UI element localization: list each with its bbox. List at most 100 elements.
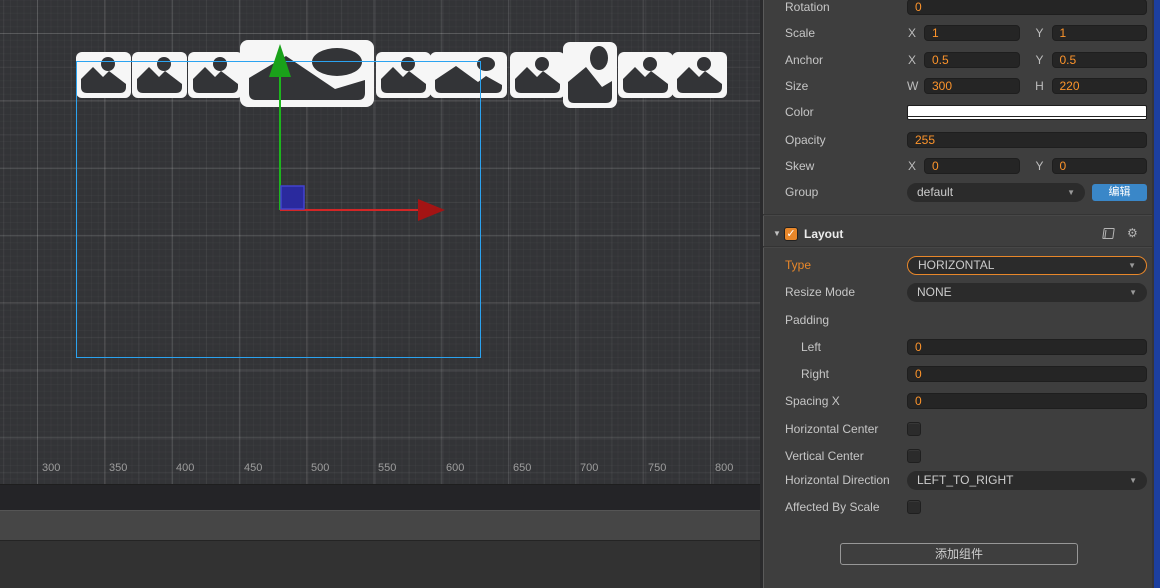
chevron-down-icon: ▼	[1067, 187, 1075, 197]
layout-enabled-checkbox[interactable]: ✓	[784, 227, 798, 241]
help-doc-icon[interactable]	[1102, 228, 1115, 239]
horizontal-direction-dropdown[interactable]: LEFT_TO_RIGHT ▼	[907, 470, 1147, 490]
inspector-panel: Rotation 0 Scale X 1 Y 1 Anchor X 0.5 Y …	[760, 0, 1160, 588]
row-affected-by-scale: Affected By Scale	[763, 498, 1153, 516]
field-label: Right	[801, 367, 830, 381]
layout-component-header[interactable]: ▼ ✓ Layout ⚙	[763, 225, 1153, 243]
scene-view[interactable]: 300 350 400 450 500 550 600 650 700 750 …	[0, 0, 760, 484]
group-edit-button[interactable]: 编辑	[1092, 183, 1147, 201]
field-label: Rotation	[785, 0, 830, 14]
field-label: Scale	[785, 26, 816, 40]
chevron-down-icon: ▼	[1129, 475, 1137, 485]
ruler-tick: 550	[378, 462, 397, 474]
ruler-tick: 700	[580, 462, 599, 474]
inspector-scrollbar-track[interactable]	[1152, 0, 1160, 588]
axis-label: X	[907, 159, 916, 173]
row-skew: Skew X 0 Y 0	[763, 157, 1153, 175]
bottom-panel-body	[0, 540, 760, 588]
anchor-y-input[interactable]: 0.5	[1051, 52, 1147, 68]
axis-label: X	[907, 26, 916, 40]
field-label: Left	[801, 340, 822, 354]
horizontal-center-checkbox[interactable]	[907, 422, 921, 436]
field-label: Group	[785, 185, 819, 199]
gizmo-x-arrow[interactable]	[418, 199, 445, 221]
transform-gizmo[interactable]	[0, 0, 760, 484]
type-dropdown[interactable]: HORIZONTAL ▼	[907, 255, 1147, 275]
row-horizontal-center: Horizontal Center	[763, 420, 1153, 438]
field-label: Spacing X	[785, 394, 840, 408]
row-color: Color	[763, 103, 1153, 121]
field-label: Size	[785, 79, 809, 93]
row-horizontal-direction: Horizontal Direction LEFT_TO_RIGHT ▼	[763, 470, 1153, 490]
row-opacity: Opacity 255	[763, 131, 1153, 149]
skew-y-input[interactable]: 0	[1051, 158, 1147, 174]
skew-x-input[interactable]: 0	[924, 158, 1020, 174]
row-resize-mode: Resize Mode NONE ▼	[763, 282, 1153, 302]
scale-y-input[interactable]: 1	[1051, 25, 1147, 41]
field-label: Horizontal Direction	[785, 473, 890, 487]
row-padding-left: Left 0	[763, 338, 1153, 356]
inspector-scrollbar[interactable]	[1154, 0, 1160, 588]
resize-mode-dropdown[interactable]: NONE ▼	[907, 282, 1147, 302]
group-dropdown[interactable]: default ▼	[907, 182, 1085, 202]
row-size: Size W 300 H 220	[763, 77, 1153, 95]
add-component-button[interactable]: 添加组件	[840, 543, 1078, 565]
field-label: Horizontal Center	[785, 422, 879, 436]
row-anchor: Anchor X 0.5 Y 0.5	[763, 51, 1153, 69]
ruler-tick: 800	[715, 462, 734, 474]
field-label: Color	[785, 105, 814, 119]
axis-label: Y	[1035, 26, 1044, 40]
collapse-arrow-icon[interactable]: ▼	[773, 229, 781, 238]
ruler-tick: 650	[513, 462, 532, 474]
size-h-input[interactable]: 220	[1051, 78, 1147, 94]
padding-left-input[interactable]: 0	[907, 339, 1147, 355]
scale-x-input[interactable]: 1	[924, 25, 1020, 41]
anchor-x-input[interactable]: 0.5	[924, 52, 1020, 68]
ruler-tick: 450	[244, 462, 263, 474]
vertical-center-checkbox[interactable]	[907, 449, 921, 463]
ruler-tick: 600	[446, 462, 465, 474]
spacing-x-input[interactable]: 0	[907, 393, 1147, 409]
row-vertical-center: Vertical Center	[763, 447, 1153, 465]
field-label: Affected By Scale	[785, 500, 880, 514]
gizmo-y-arrow[interactable]	[269, 44, 291, 77]
type-dropdown-value: HORIZONTAL	[918, 258, 995, 272]
alpha-bar	[908, 115, 1146, 117]
gizmo-center-handle[interactable]	[280, 185, 305, 210]
ruler-tick: 300	[42, 462, 61, 474]
affected-by-scale-checkbox[interactable]	[907, 500, 921, 514]
rotation-input[interactable]: 0	[907, 0, 1147, 15]
ruler-tick: 400	[176, 462, 195, 474]
axis-label: X	[907, 53, 916, 67]
axis-label: Y	[1035, 159, 1044, 173]
field-label: Anchor	[785, 53, 824, 67]
section-divider	[763, 214, 1153, 215]
bottom-panel-header: ▼	[0, 510, 760, 540]
size-w-input[interactable]: 300	[924, 78, 1020, 94]
row-spacing-x: Spacing X 0	[763, 392, 1153, 410]
gear-icon[interactable]: ⚙	[1127, 226, 1138, 240]
field-label: Type	[785, 258, 812, 272]
horizontal-direction-value: LEFT_TO_RIGHT	[917, 473, 1014, 487]
group-dropdown-value: default	[917, 185, 954, 199]
ruler-tick: 500	[311, 462, 330, 474]
axis-label: W	[907, 79, 919, 93]
opacity-input[interactable]: 255	[907, 132, 1147, 148]
field-label: Skew	[785, 159, 815, 173]
row-group: Group default ▼ 编辑	[763, 182, 1153, 202]
chevron-down-icon: ▼	[1128, 260, 1136, 270]
field-label: Padding	[785, 313, 830, 327]
field-label: Opacity	[785, 133, 826, 147]
component-title: Layout	[804, 227, 844, 241]
field-label: Resize Mode	[785, 285, 856, 299]
row-padding: Padding	[763, 311, 1153, 329]
color-swatch[interactable]	[907, 104, 1147, 120]
section-divider	[763, 246, 1153, 247]
field-label: Vertical Center	[785, 449, 864, 463]
axis-label: H	[1035, 79, 1044, 93]
row-padding-right: Right 0	[763, 365, 1153, 383]
editor-window: 300 350 400 450 500 550 600 650 700 750 …	[0, 0, 1160, 588]
padding-right-input[interactable]: 0	[907, 366, 1147, 382]
row-rotation: Rotation 0	[763, 0, 1153, 16]
bottom-panel-toolbar: ≡	[0, 484, 760, 510]
